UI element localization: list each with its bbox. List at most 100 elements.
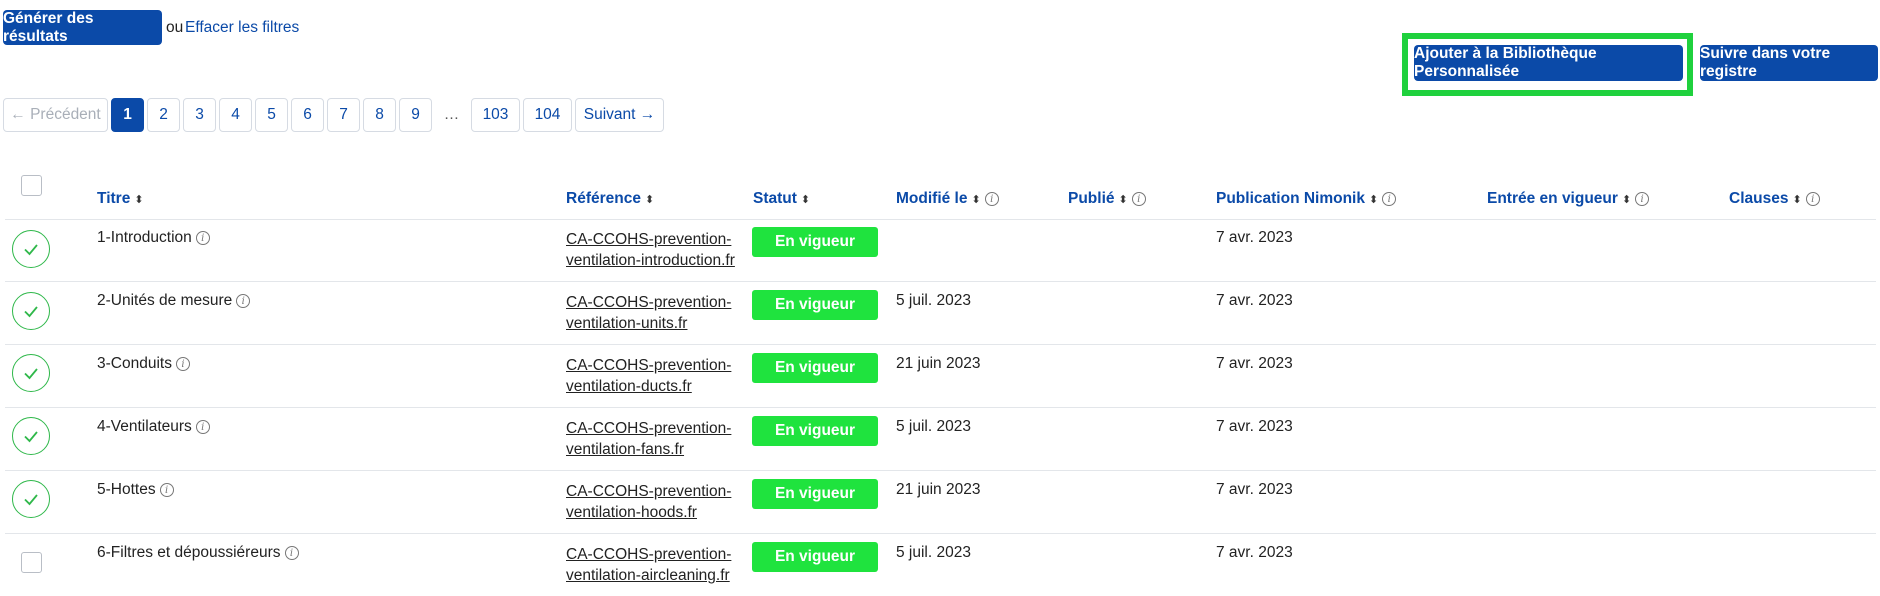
page-7[interactable]: 7 bbox=[327, 98, 360, 132]
info-icon[interactable]: i bbox=[236, 294, 251, 308]
divider bbox=[5, 470, 1876, 471]
reference-line-1: CA-CCOHS-prevention- bbox=[566, 546, 732, 563]
row-selected-check-icon[interactable] bbox=[12, 292, 50, 330]
header-modified-label: Modifié le bbox=[896, 190, 968, 207]
row-modified: 5 juil. 2023 bbox=[896, 292, 971, 309]
info-icon[interactable]: i bbox=[159, 483, 174, 497]
reference-line-1: CA-CCOHS-prevention- bbox=[566, 294, 732, 311]
status-badge: En vigueur bbox=[752, 290, 878, 320]
sort-icon: ⬍ bbox=[1368, 193, 1379, 206]
row-nimonik: 7 avr. 2023 bbox=[1216, 355, 1293, 372]
row-nimonik: 7 avr. 2023 bbox=[1216, 481, 1293, 498]
page-1[interactable]: 1 bbox=[111, 98, 144, 132]
status-badge: En vigueur bbox=[752, 416, 878, 446]
info-icon[interactable]: i bbox=[1805, 192, 1820, 206]
row-reference-link[interactable]: CA-CCOHS-prevention-ventilation-airclean… bbox=[566, 544, 731, 586]
row-selected-check-icon[interactable] bbox=[12, 480, 50, 518]
row-reference-link[interactable]: CA-CCOHS-prevention-ventilation-ducts.fr bbox=[566, 355, 731, 397]
row-selected-check-icon[interactable] bbox=[12, 354, 50, 392]
row-reference-link[interactable]: CA-CCOHS-prevention-ventilation-fans.fr bbox=[566, 418, 731, 460]
page-3[interactable]: 3 bbox=[183, 98, 216, 132]
row-selected-check-icon[interactable] bbox=[12, 230, 50, 268]
header-reference-label: Référence bbox=[566, 190, 641, 207]
sort-icon: ⬍ bbox=[134, 193, 144, 206]
page-6[interactable]: 6 bbox=[291, 98, 324, 132]
generate-results-button[interactable]: Générer des résultats bbox=[3, 10, 162, 45]
row-title-label: 3-Conduits bbox=[97, 355, 172, 372]
status-badge: En vigueur bbox=[752, 479, 878, 509]
status-badge: En vigueur bbox=[752, 542, 878, 572]
page-5[interactable]: 5 bbox=[255, 98, 288, 132]
reference-line-2: ventilation-aircleaning.fr bbox=[566, 567, 730, 584]
row-reference-link[interactable]: CA-CCOHS-prevention-ventilation-hoods.fr bbox=[566, 481, 731, 523]
sort-icon: ⬍ bbox=[1621, 193, 1632, 206]
header-status-label: Statut bbox=[753, 190, 797, 207]
header-clauses[interactable]: Clauses ⬍ i bbox=[1729, 190, 1820, 208]
header-status[interactable]: Statut ⬍ bbox=[753, 190, 810, 208]
divider bbox=[5, 533, 1876, 534]
row-title-label: 2-Unités de mesure bbox=[97, 292, 233, 309]
pagination-prev[interactable]: ← Précédent bbox=[3, 98, 108, 132]
page-8[interactable]: 8 bbox=[363, 98, 396, 132]
reference-line-2: ventilation-units.fr bbox=[566, 315, 688, 332]
info-icon[interactable]: i bbox=[284, 546, 299, 560]
row-nimonik: 7 avr. 2023 bbox=[1216, 292, 1293, 309]
track-in-register-button[interactable]: Suivre dans votre registre bbox=[1700, 45, 1878, 81]
row-title: 5-Hottes i bbox=[97, 481, 174, 499]
reference-line-2: ventilation-fans.fr bbox=[566, 441, 685, 458]
header-effective[interactable]: Entrée en vigueur ⬍ i bbox=[1487, 190, 1650, 208]
add-to-library-button[interactable]: Ajouter à la Bibliothèque Personnalisée bbox=[1414, 45, 1683, 81]
row-modified: 21 juin 2023 bbox=[896, 481, 981, 498]
status-badge: En vigueur bbox=[752, 227, 878, 257]
reference-line-2: ventilation-ducts.fr bbox=[566, 378, 692, 395]
info-icon[interactable]: i bbox=[984, 192, 999, 206]
row-nimonik: 7 avr. 2023 bbox=[1216, 229, 1293, 246]
header-reference[interactable]: Référence ⬍ bbox=[566, 190, 654, 208]
reference-line-2: ventilation-hoods.fr bbox=[566, 504, 697, 521]
page-104[interactable]: 104 bbox=[523, 98, 572, 132]
reference-line-1: CA-CCOHS-prevention- bbox=[566, 483, 732, 500]
row-title: 6-Filtres et dépoussiéreurs i bbox=[97, 544, 299, 562]
info-icon[interactable]: i bbox=[1131, 192, 1146, 206]
info-icon[interactable]: i bbox=[1635, 192, 1650, 206]
row-reference-link[interactable]: CA-CCOHS-prevention-ventilation-introduc… bbox=[566, 229, 735, 271]
header-modified[interactable]: Modifié le ⬍ i bbox=[896, 190, 999, 208]
row-nimonik: 7 avr. 2023 bbox=[1216, 544, 1293, 561]
header-published[interactable]: Publié ⬍ i bbox=[1068, 190, 1146, 208]
sort-icon: ⬍ bbox=[971, 193, 981, 206]
row-title-label: 1-Introduction bbox=[97, 229, 192, 246]
info-icon[interactable]: i bbox=[175, 357, 190, 371]
row-reference-link[interactable]: CA-CCOHS-prevention-ventilation-units.fr bbox=[566, 292, 731, 334]
info-icon[interactable]: i bbox=[195, 231, 210, 245]
page-4[interactable]: 4 bbox=[219, 98, 252, 132]
sort-icon: ⬍ bbox=[644, 193, 655, 206]
row-title: 4-Ventilateurs i bbox=[97, 418, 210, 436]
row-title-label: 5-Hottes bbox=[97, 481, 156, 498]
status-badge: En vigueur bbox=[752, 353, 878, 383]
row-selected-check-icon[interactable] bbox=[12, 417, 50, 455]
row-title-label: 4-Ventilateurs bbox=[97, 418, 192, 435]
info-icon[interactable]: i bbox=[195, 420, 210, 434]
select-all-checkbox[interactable] bbox=[21, 175, 42, 196]
header-published-label: Publié bbox=[1068, 190, 1115, 207]
reference-line-1: CA-CCOHS-prevention- bbox=[566, 231, 732, 248]
row-modified: 21 juin 2023 bbox=[896, 355, 981, 372]
reference-line-1: CA-CCOHS-prevention- bbox=[566, 420, 732, 437]
pagination-ellipsis: … bbox=[435, 98, 468, 132]
page-103[interactable]: 103 bbox=[471, 98, 520, 132]
row-title: 1-Introduction i bbox=[97, 229, 210, 247]
page-9[interactable]: 9 bbox=[399, 98, 432, 132]
row-checkbox[interactable] bbox=[21, 552, 42, 573]
pagination-next[interactable]: Suivant → bbox=[575, 98, 664, 132]
header-title[interactable]: Titre ⬍ bbox=[97, 190, 144, 208]
clear-filters-link[interactable]: Effacer les filtres bbox=[185, 19, 299, 37]
row-title: 2-Unités de mesure i bbox=[97, 292, 251, 310]
divider bbox=[5, 344, 1876, 345]
row-modified: 5 juil. 2023 bbox=[896, 544, 971, 561]
sort-icon: ⬍ bbox=[1792, 193, 1802, 206]
page-2[interactable]: 2 bbox=[147, 98, 180, 132]
info-icon[interactable]: i bbox=[1382, 192, 1397, 206]
sort-icon: ⬍ bbox=[1118, 193, 1128, 206]
header-nimonik[interactable]: Publication Nimonik ⬍ i bbox=[1216, 190, 1397, 208]
sort-icon: ⬍ bbox=[800, 193, 811, 206]
